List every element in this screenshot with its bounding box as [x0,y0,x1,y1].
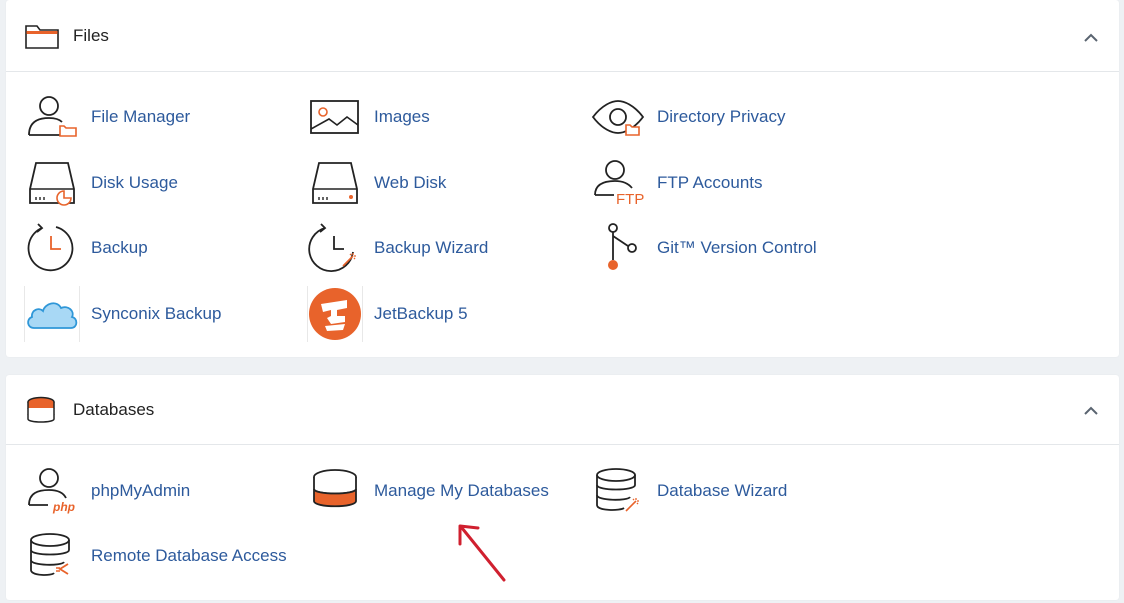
directory-privacy-item[interactable]: Directory Privacy [590,89,860,145]
database-icon [25,396,57,429]
phpmyadmin-item[interactable]: php phpMyAdmin [24,463,294,519]
git-version-control-icon [590,220,646,276]
databases-panel-header[interactable]: Databases [6,375,1119,445]
files-panel: Files File Manager Images Directory Priv… [6,0,1119,357]
chevron-up-icon[interactable] [1083,30,1099,48]
phpmyadmin-icon: php [24,463,80,519]
svg-text:php: php [52,500,75,514]
databases-panel: Databases php phpMyAdmin Manage My Datab… [6,375,1119,600]
jetbackup-icon [307,286,363,342]
remote-database-icon [24,528,80,584]
database-wizard-label: Database Wizard [657,481,788,500]
pointer-arrow-icon [458,524,506,582]
images-item[interactable]: Images [307,89,577,145]
ftp-accounts-item[interactable]: FTP FTP Accounts [590,155,860,211]
git-version-control-label: Git™ Version Control [657,238,817,257]
images-icon [307,89,363,145]
jetbackup-item[interactable]: JetBackup 5 [307,286,577,342]
web-disk-icon [307,155,363,211]
disk-usage-label: Disk Usage [91,173,178,192]
backup-icon [24,220,80,276]
backup-wizard-icon [307,220,363,276]
git-version-control-item[interactable]: Git™ Version Control [590,220,860,276]
cloud-icon [24,286,80,342]
backup-item[interactable]: Backup [24,220,294,276]
file-manager-icon [24,89,80,145]
synconix-backup-item[interactable]: Synconix Backup [24,286,294,342]
databases-panel-title: Databases [73,400,155,419]
synconix-backup-label: Synconix Backup [91,304,222,323]
ftp-accounts-label: FTP Accounts [657,173,763,192]
ftp-accounts-icon: FTP [590,155,646,211]
remote-database-label: Remote Database Access [91,546,287,565]
file-manager-label: File Manager [91,107,191,126]
jetbackup-label: JetBackup 5 [374,304,468,323]
database-wizard-icon [590,463,646,519]
database-wizard-item[interactable]: Database Wizard [590,463,860,519]
backup-wizard-item[interactable]: Backup Wizard [307,220,577,276]
chevron-up-icon[interactable] [1083,403,1099,421]
web-disk-item[interactable]: Web Disk [307,155,577,211]
backup-wizard-label: Backup Wizard [374,238,489,257]
disk-usage-item[interactable]: Disk Usage [24,155,294,211]
files-panel-header[interactable]: Files [6,0,1119,72]
svg-text:FTP: FTP [616,191,644,208]
file-manager-item[interactable]: File Manager [24,89,294,145]
folder-icon [25,23,59,54]
manage-databases-icon [307,463,363,519]
web-disk-label: Web Disk [374,173,447,192]
remote-database-item[interactable]: Remote Database Access [24,528,294,584]
directory-privacy-icon [590,89,646,145]
files-panel-title: Files [73,26,109,45]
backup-label: Backup [91,238,148,257]
manage-databases-item[interactable]: Manage My Databases [307,463,577,519]
directory-privacy-label: Directory Privacy [657,107,786,126]
disk-usage-icon [24,155,80,211]
manage-databases-label: Manage My Databases [374,481,549,500]
images-label: Images [374,107,430,126]
phpmyadmin-label: phpMyAdmin [91,481,191,500]
